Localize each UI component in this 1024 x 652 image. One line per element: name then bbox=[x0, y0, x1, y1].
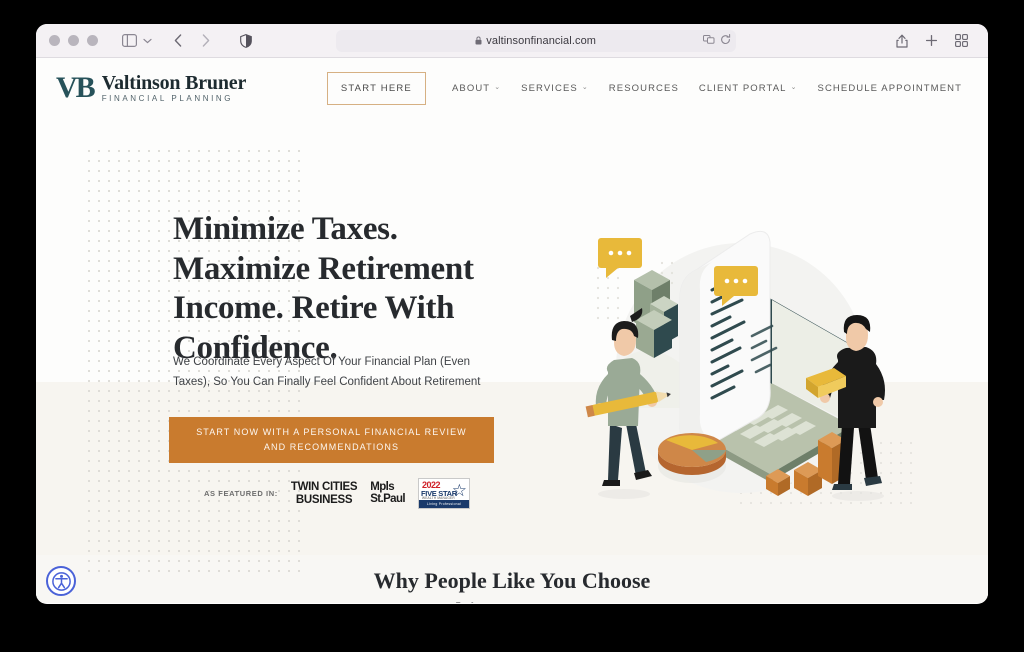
accessibility-icon bbox=[51, 571, 71, 591]
extensions-icon[interactable] bbox=[702, 32, 715, 50]
hero-subheadline: We Coordinate Every Aspect Of Your Finan… bbox=[173, 356, 481, 388]
browser-toolbar: valtinsonfinancial.com bbox=[36, 24, 988, 58]
nav-label: SCHEDULE APPOINTMENT bbox=[817, 82, 962, 94]
nav-label: ABOUT bbox=[451, 82, 491, 94]
logo-company-name: Valtinson Bruner bbox=[101, 72, 247, 94]
tcb-line2: BUSINESS bbox=[295, 493, 353, 506]
start-here-button[interactable]: START HERE bbox=[326, 71, 426, 105]
address-bar-actions bbox=[702, 30, 731, 52]
site-header: VB Valtinson Bruner FINANCIAL PLANNING S… bbox=[36, 58, 988, 118]
nav-item-schedule-appointment[interactable]: SCHEDULE APPOINTMENT bbox=[818, 83, 962, 94]
accessibility-widget-button[interactable] bbox=[46, 566, 76, 596]
main-navigation: START HERE ABOUT ⌄ SERVICES ⌄ RESOURCES … bbox=[326, 71, 962, 105]
lock-icon bbox=[475, 36, 482, 45]
minimize-window-button[interactable] bbox=[68, 35, 79, 46]
chevron-down-icon: ⌄ bbox=[494, 84, 502, 91]
url-text: valtinsonfinancial.com bbox=[486, 34, 597, 47]
star-icon: ☆ bbox=[451, 481, 467, 500]
nav-item-services[interactable]: SERVICES ⌄ bbox=[521, 83, 589, 94]
tab-grid-icon[interactable] bbox=[949, 28, 975, 54]
maximize-window-button[interactable] bbox=[87, 35, 98, 46]
nav-label: CLIENT PORTAL bbox=[698, 82, 787, 94]
msp-line2: St.Paul bbox=[370, 492, 405, 505]
close-window-button[interactable] bbox=[49, 35, 60, 46]
why-choose-heading-line2: Valtinson Bruner bbox=[36, 596, 988, 603]
nav-item-client-portal[interactable]: CLIENT PORTAL ⌄ bbox=[699, 83, 798, 94]
msp-line1: Mpls bbox=[370, 481, 395, 493]
chevron-down-icon: ⌄ bbox=[790, 84, 798, 91]
why-choose-heading: Why People Like You Choose Valtinson Bru… bbox=[36, 566, 988, 603]
logo-wordmark: Valtinson Bruner FINANCIAL PLANNING bbox=[101, 72, 247, 103]
hero-cta-button[interactable]: START NOW WITH A PERSONAL FINANCIAL REVI… bbox=[169, 417, 494, 463]
nav-item-about[interactable]: ABOUT ⌄ bbox=[452, 83, 501, 94]
as-featured-in-row: AS FEATURED IN: TWIN CITIES BUSINESS Mpl… bbox=[204, 478, 470, 509]
address-bar[interactable]: valtinsonfinancial.com bbox=[335, 29, 736, 52]
sidebar-icon[interactable] bbox=[116, 28, 142, 54]
nav-label: SERVICES bbox=[521, 82, 578, 94]
five-star-award-badge: 2022 FIVE STAR WEALTH MANAGER ☆ Living P… bbox=[418, 478, 470, 509]
back-button[interactable] bbox=[165, 28, 191, 54]
site-logo[interactable]: VB Valtinson Bruner FINANCIAL PLANNING bbox=[56, 73, 246, 103]
logo-monogram: VB bbox=[56, 71, 96, 104]
logo-tagline: FINANCIAL PLANNING bbox=[101, 94, 234, 103]
desktop-backdrop: valtinsonfinancial.com VB Valtinson Brun… bbox=[0, 0, 1024, 652]
badge-footer: Living Professional bbox=[419, 500, 469, 508]
window-traffic-lights bbox=[49, 35, 98, 46]
forward-button[interactable] bbox=[193, 28, 219, 54]
safari-browser-window: valtinsonfinancial.com VB Valtinson Brun… bbox=[36, 24, 988, 604]
nav-label: RESOURCES bbox=[608, 82, 679, 94]
web-page-viewport: VB Valtinson Bruner FINANCIAL PLANNING S… bbox=[36, 58, 988, 603]
toolbar-right-actions bbox=[889, 28, 975, 54]
chevron-down-icon: ⌄ bbox=[581, 84, 589, 91]
tcb-line1: TWIN CITIES bbox=[290, 481, 358, 494]
as-featured-in-label: AS FEATURED IN: bbox=[204, 489, 278, 498]
why-choose-heading-line1: Why People Like You Choose bbox=[373, 568, 651, 593]
share-icon[interactable] bbox=[889, 28, 915, 54]
privacy-shield-icon[interactable] bbox=[233, 28, 259, 54]
sidebar-chevron-down-icon[interactable] bbox=[140, 28, 155, 54]
twin-cities-business-logo: TWIN CITIES BUSINESS bbox=[290, 481, 358, 506]
nav-item-resources[interactable]: RESOURCES bbox=[609, 83, 679, 94]
mpls-st-paul-logo: Mpls St.Paul bbox=[370, 481, 405, 505]
hero-headline: Minimize Taxes. Maximize Retirement Inco… bbox=[173, 211, 474, 366]
reload-icon[interactable] bbox=[720, 32, 731, 50]
hero-illustration bbox=[566, 208, 896, 508]
new-tab-icon[interactable] bbox=[919, 28, 945, 54]
